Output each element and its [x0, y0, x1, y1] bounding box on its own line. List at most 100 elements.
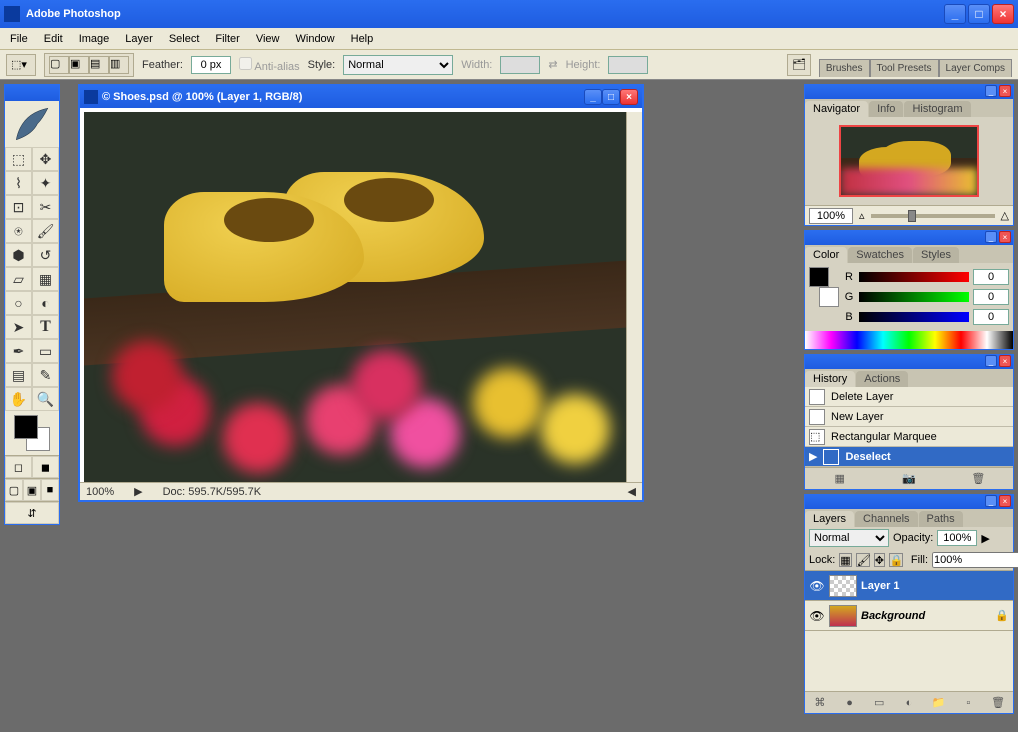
navigator-zoom-slider[interactable]	[871, 214, 995, 218]
r-slider[interactable]	[859, 272, 969, 282]
document-scroll-left[interactable]: ◀	[628, 485, 636, 498]
marquee-tool[interactable]: ⬚	[5, 147, 32, 171]
tab-color[interactable]: Color	[805, 247, 847, 263]
hand-tool[interactable]: ✋	[5, 387, 32, 411]
tab-styles[interactable]: Styles	[913, 247, 959, 263]
menu-edit[interactable]: Edit	[38, 31, 69, 47]
fill-input[interactable]	[932, 552, 1018, 568]
history-trash-icon[interactable]: 🗑	[969, 470, 987, 488]
visibility-icon[interactable]: 👁	[809, 608, 825, 624]
menu-window[interactable]: Window	[290, 31, 341, 47]
history-snapshot-icon[interactable]: 📷	[900, 470, 918, 488]
navigator-zoom-in-icon[interactable]: △	[1001, 209, 1009, 222]
document-titlebar[interactable]: © Shoes.psd @ 100% (Layer 1, RGB/8) _ □ …	[80, 86, 642, 108]
blur-tool[interactable]: ○	[5, 291, 32, 315]
navigator-minimize-icon[interactable]: _	[985, 85, 997, 97]
tab-layers[interactable]: Layers	[805, 511, 854, 527]
color-minimize-icon[interactable]: _	[985, 231, 997, 243]
lock-transparency-icon[interactable]: ▦	[839, 553, 851, 567]
opacity-input[interactable]	[937, 530, 977, 546]
crop-tool[interactable]: ⊡	[5, 195, 32, 219]
tab-channels[interactable]: Channels	[855, 511, 917, 527]
color-spectrum[interactable]	[805, 331, 1013, 349]
gradient-tool[interactable]: ▦	[32, 267, 59, 291]
history-close-icon[interactable]: ×	[999, 355, 1011, 367]
feather-input[interactable]	[191, 56, 231, 74]
style-select[interactable]: Normal	[343, 55, 453, 75]
navigator-thumbnail[interactable]	[839, 125, 979, 197]
doc-minimize-button[interactable]: _	[584, 89, 602, 105]
color-fg-swatch[interactable]	[809, 267, 829, 287]
doc-maximize-button[interactable]: □	[602, 89, 620, 105]
tab-info[interactable]: Info	[869, 101, 903, 117]
selection-subtract-icon[interactable]: ▤	[89, 56, 109, 74]
dock-tab-tool-presets[interactable]: Tool Presets	[870, 59, 939, 77]
close-button[interactable]: ×	[992, 4, 1014, 24]
palette-well-icon[interactable]: 🗂	[787, 54, 811, 76]
tab-histogram[interactable]: Histogram	[904, 101, 970, 117]
layers-minimize-icon[interactable]: _	[985, 495, 997, 507]
color-panel-swatches[interactable]	[809, 267, 839, 311]
jump-to-imageready-button[interactable]: ⇵	[5, 502, 59, 524]
g-input[interactable]	[973, 289, 1009, 305]
dodge-tool[interactable]: ◐	[32, 291, 59, 315]
lock-all-icon[interactable]: 🔒	[889, 553, 903, 567]
delete-layer-icon[interactable]: 🗑	[989, 694, 1007, 712]
layer-row[interactable]: 👁 Background 🔒	[805, 601, 1013, 631]
layer-row[interactable]: 👁 Layer 1	[805, 571, 1013, 601]
maximize-button[interactable]: □	[968, 4, 990, 24]
menu-filter[interactable]: Filter	[209, 31, 245, 47]
menu-select[interactable]: Select	[163, 31, 206, 47]
menu-layer[interactable]: Layer	[119, 31, 159, 47]
selection-new-icon[interactable]: ▢	[49, 56, 69, 74]
layer-name[interactable]: Layer 1	[861, 580, 1009, 592]
dock-tab-layer-comps[interactable]: Layer Comps	[939, 59, 1012, 77]
color-swatches[interactable]	[14, 415, 50, 451]
navigator-close-icon[interactable]: ×	[999, 85, 1011, 97]
visibility-icon[interactable]: 👁	[809, 578, 825, 594]
color-close-icon[interactable]: ×	[999, 231, 1011, 243]
magic-wand-tool[interactable]: ✦	[32, 171, 59, 195]
blend-mode-select[interactable]: Normal	[809, 529, 889, 547]
tab-navigator[interactable]: Navigator	[805, 101, 868, 117]
history-item[interactable]: ⬚Rectangular Marquee	[805, 427, 1013, 447]
tab-actions[interactable]: Actions	[856, 371, 908, 387]
r-input[interactable]	[973, 269, 1009, 285]
navigator-zoom-input[interactable]	[809, 208, 853, 224]
selection-intersect-icon[interactable]: ▥	[109, 56, 129, 74]
document-zoom[interactable]: 100%	[86, 486, 114, 498]
pen-tool[interactable]: ✒	[5, 339, 32, 363]
zoom-tool[interactable]: 🔍	[32, 387, 59, 411]
stamp-tool[interactable]: ⬢	[5, 243, 32, 267]
quickmask-mode-button[interactable]: ◼	[32, 456, 59, 478]
screen-mode-full[interactable]: ■	[41, 479, 59, 501]
tab-paths[interactable]: Paths	[919, 511, 963, 527]
lock-position-icon[interactable]: ✥	[874, 553, 885, 567]
opacity-flyout-icon[interactable]: ▶	[981, 532, 989, 545]
dock-tab-brushes[interactable]: Brushes	[819, 59, 870, 77]
marquee-tool-preset[interactable]: ⬚▾	[6, 54, 36, 76]
color-bg-swatch[interactable]	[819, 287, 839, 307]
toolbox-titlebar[interactable]	[5, 85, 59, 101]
history-item[interactable]: Delete Layer	[805, 387, 1013, 407]
layer-mask-icon[interactable]: ▭	[870, 694, 888, 712]
doc-close-button[interactable]: ×	[620, 89, 638, 105]
screen-mode-standard[interactable]: ▢	[5, 479, 23, 501]
minimize-button[interactable]: _	[944, 4, 966, 24]
screen-mode-full-menubar[interactable]: ▣	[23, 479, 41, 501]
adjustment-layer-icon[interactable]: ◐	[900, 694, 918, 712]
layer-thumbnail[interactable]	[829, 575, 857, 597]
layer-name[interactable]: Background	[861, 610, 991, 622]
history-item[interactable]: ▶Deselect	[805, 447, 1013, 467]
layer-group-icon[interactable]: 📁	[930, 694, 948, 712]
slice-tool[interactable]: ✂	[32, 195, 59, 219]
document-scrollbar-vertical[interactable]	[626, 112, 642, 482]
tab-swatches[interactable]: Swatches	[848, 247, 912, 263]
tab-history[interactable]: History	[805, 371, 855, 387]
document-canvas[interactable]	[84, 112, 640, 482]
healing-brush-tool[interactable]: ⍟	[5, 219, 32, 243]
b-slider[interactable]	[859, 312, 969, 322]
brush-tool[interactable]: 🖌	[32, 219, 59, 243]
document-status-menu-icon[interactable]: ▶	[134, 485, 142, 498]
move-tool[interactable]: ✥	[32, 147, 59, 171]
